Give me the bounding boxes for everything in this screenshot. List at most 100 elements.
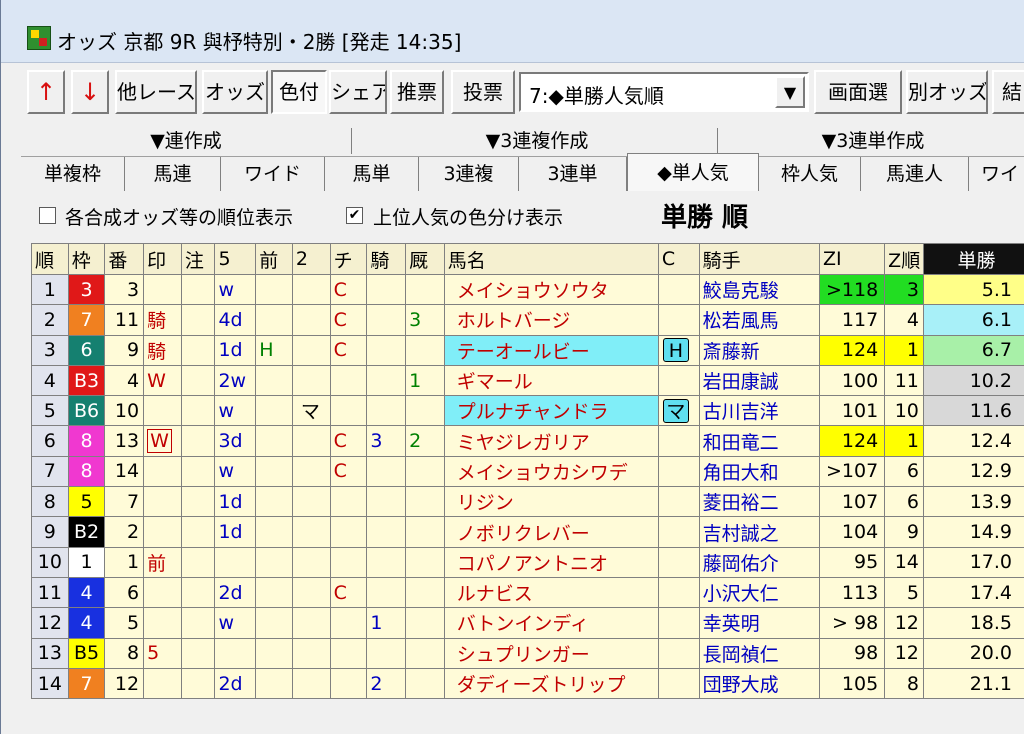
col-check-header[interactable]: チ [329, 243, 368, 275]
tab-win-place-bracket[interactable]: 単複枠 [21, 157, 125, 191]
app-icon [27, 26, 51, 50]
tab-trifecta[interactable]: 3連単 [519, 157, 627, 191]
check-cell [329, 607, 368, 639]
coloring-button[interactable]: 色付 [271, 70, 327, 114]
down-arrow-icon[interactable]: ↓ [71, 70, 109, 114]
jockey-mark-cell [366, 516, 407, 548]
group-quinella-create[interactable]: ▼連作成 [21, 126, 351, 156]
table-row[interactable]: 6 8 13 W 3d C 3 2 ミヤジレガリア 和田竜二 124 1 12.4 [31, 425, 1024, 457]
bracket-cell: 7 [67, 304, 106, 336]
table-row[interactable]: 12 4 5 w 1 バトンインディ 幸英明 > 98 12 18.5 [31, 607, 1024, 639]
stable-cell [405, 516, 445, 548]
note-cell [180, 486, 216, 518]
col-prev-header[interactable]: 前 [255, 243, 293, 275]
check-cell: C [329, 455, 368, 488]
check-cell: C [329, 334, 368, 366]
note-cell [180, 667, 216, 700]
col-horse-name-header[interactable]: 馬名 [443, 243, 659, 275]
rank-cell: 6 [31, 425, 69, 457]
horse-name-cell: テーオールビー [443, 334, 659, 366]
col-c-header[interactable]: C [657, 243, 700, 275]
jockey-cell: 和田竜二 [698, 425, 820, 457]
rank-cell: 13 [31, 637, 69, 669]
tab-quinella[interactable]: 馬連 [125, 157, 221, 191]
table-row[interactable]: 10 1 1 前コパノアントニオ 藤岡佑介 95 14 17.0 [31, 546, 1024, 578]
screen-select-button[interactable]: 画面選 [814, 70, 902, 114]
prev-cell [255, 425, 293, 457]
group-trifecta-create[interactable]: ▼3連単作成 [723, 126, 1023, 156]
col-z-rank-header[interactable]: Z順 [884, 243, 924, 275]
group-trio-create[interactable]: ▼3連複作成 [357, 126, 717, 156]
result-button[interactable]: 結 [992, 70, 1024, 114]
bracket-cell: B5 [67, 637, 106, 669]
col-two-header[interactable]: 2 [291, 243, 331, 275]
vote-button[interactable]: 投票 [451, 70, 515, 114]
color-split-checkbox[interactable]: ✔ [346, 207, 363, 224]
mark-cell [143, 395, 182, 427]
two-cell [291, 576, 331, 609]
tab-bracket-popularity[interactable]: 枠人気 [759, 157, 861, 191]
share-button[interactable]: シェア [329, 70, 387, 114]
prev-cell [255, 455, 293, 488]
color-split-label: 上位人気の色分け表示 [373, 207, 564, 229]
recommend-button[interactable]: 推票 [390, 70, 444, 114]
jockey-mark-cell: 1 [366, 607, 407, 639]
table-row[interactable]: 9 B2 2 1d ノボリクレバー 吉村誠之 104 9 14.9 [31, 516, 1024, 548]
tab-trio[interactable]: 3連複 [419, 157, 519, 191]
col-note-header[interactable]: 注 [180, 243, 216, 275]
five-cell: 1d [214, 516, 257, 548]
table-row[interactable]: 8 5 7 1d リジン 菱田裕二 107 6 13.9 [31, 486, 1024, 518]
two-cell [291, 546, 331, 578]
tab-wide[interactable]: ワイド [221, 157, 325, 191]
table-row[interactable]: 7 8 14 w C メイショウカシワデ 角田大和 >107 6 12.9 [31, 455, 1024, 488]
table-row[interactable]: 1 3 3 w C メイショウソウタ 鮫島克駿 >118 3 5.1 [31, 273, 1024, 306]
prev-cell [255, 395, 293, 427]
table-row[interactable]: 3 6 9 騎 1d H C テーオールビー H 斎藤新 124 1 6.7 [31, 334, 1024, 366]
col-rank-header[interactable]: 順 [31, 243, 69, 275]
chevron-down-icon[interactable]: ▼ [775, 76, 805, 108]
table-row[interactable]: 11 4 6 2d C ルナビス 小沢大仁 113 5 17.4 [31, 576, 1024, 609]
z-rank-cell: 4 [884, 304, 924, 336]
table-row[interactable]: 14 7 12 2d 2 ダディーズトリップ 団野大成 105 8 21.1 [31, 667, 1024, 700]
tab-quinella-popularity[interactable]: 馬連人 [861, 157, 969, 191]
five-cell: 1d [214, 334, 257, 366]
five-cell: w [214, 395, 257, 427]
sort-select[interactable]: 7:◆単勝人気順 ▼ [519, 72, 809, 112]
col-jockey-mark-header[interactable]: 騎 [366, 243, 407, 275]
c-cell [657, 455, 700, 488]
jockey-cell: 吉村誠之 [698, 516, 820, 548]
prev-cell [255, 486, 293, 518]
tab-wide-popularity[interactable]: ワイ [969, 157, 1024, 191]
zi-cell: 117 [818, 304, 886, 336]
table-row[interactable]: 13 B5 8 5 シュプリンガー 長岡禎仁 98 12 20.0 [31, 637, 1024, 669]
check-cell [329, 395, 368, 427]
other-race-button[interactable]: 他レース [115, 70, 197, 114]
col-bracket-header[interactable]: 枠 [67, 243, 106, 275]
horse-number-cell: 3 [104, 273, 145, 306]
table-row[interactable]: 2 7 11 騎 4d C 3 ホルトバージ 松若風馬 117 4 6.1 [31, 304, 1024, 336]
tab-win-popularity[interactable]: ◆単人気 [627, 153, 759, 191]
col-number-header[interactable]: 番 [104, 243, 145, 275]
table-row[interactable]: 4 B3 4 W 2w 1 ギマール 岩田康誠 100 11 10.2 [31, 364, 1024, 397]
col-stable-header[interactable]: 厩 [405, 243, 445, 275]
order-display-checkbox[interactable] [39, 207, 56, 224]
c-cell [657, 667, 700, 700]
col-mark-header[interactable]: 印 [143, 243, 182, 275]
zi-cell: 124 [818, 425, 886, 457]
tab-exacta[interactable]: 馬単 [325, 157, 419, 191]
col-five-header[interactable]: 5 [214, 243, 257, 275]
c-badge: H [662, 338, 689, 363]
table-row[interactable]: 5 B6 10 w マプルナチャンドラマ古川吉洋 101 10 11.6 [31, 395, 1024, 427]
col-jockey-header[interactable]: 騎手 [698, 243, 820, 275]
odds-button[interactable]: オッズ [202, 70, 268, 114]
col-zi-header[interactable]: ZI [818, 243, 886, 275]
z-rank-cell: 6 [884, 486, 924, 518]
separate-odds-button[interactable]: 別オッズ [906, 70, 988, 114]
up-arrow-icon[interactable]: ↑ [27, 70, 65, 114]
options-bar: 各合成オッズ等の順位表示 ✔ 上位人気の色分け表示 単勝 順 [1, 195, 1024, 235]
mark-cell: 騎 [143, 334, 182, 366]
check-cell [329, 486, 368, 518]
zi-cell: 101 [818, 395, 886, 427]
col-win-odds-header[interactable]: 単勝 [922, 243, 1024, 275]
order-display-label: 各合成オッズ等の順位表示 [65, 207, 294, 229]
